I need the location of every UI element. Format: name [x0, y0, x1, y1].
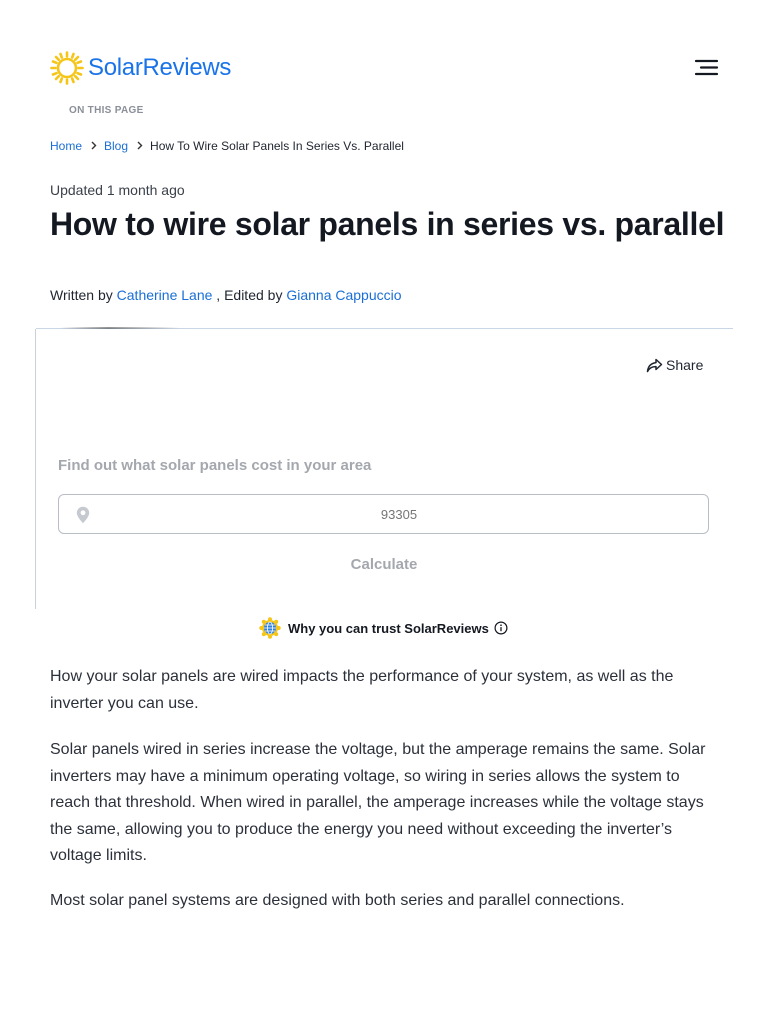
byline: Written by Catherine Lane , Edited by Gi… [50, 287, 402, 303]
on-this-page-toggle[interactable]: ON THIS PAGE [69, 105, 144, 116]
site-header: SolarReviews [0, 0, 768, 100]
solarreviews-logo[interactable]: SolarReviews [50, 50, 231, 86]
article-paragraph: Solar panels wired in series increase th… [50, 741, 706, 864]
page-title: How to wire solar panels in series vs. p… [50, 206, 725, 242]
editor-link[interactable]: Gianna Cappuccio [286, 287, 401, 303]
calculate-button[interactable]: Calculate [334, 553, 434, 575]
trust-label: Why you can trust SolarReviews [288, 620, 489, 636]
breadcrumb: Home Blog How To Wire Solar Panels In Se… [50, 139, 404, 153]
logo-wordmark: SolarReviews [88, 54, 232, 81]
chevron-right-icon [91, 139, 97, 153]
menu-button[interactable] [692, 56, 720, 80]
updated-date: Updated 1 month ago [50, 182, 185, 198]
article-paragraph: How your solar panels are wired impacts … [50, 668, 674, 712]
share-label: Share [666, 357, 704, 373]
zip-code-field[interactable] [58, 494, 709, 534]
hamburger-menu-icon [694, 59, 719, 76]
breadcrumb-current: How To Wire Solar Panels In Series Vs. P… [150, 139, 404, 153]
share-arrow-icon [646, 358, 663, 372]
article-paragraph: Most solar panel systems are designed wi… [50, 892, 625, 909]
written-by-label: Written by [50, 287, 113, 303]
chevron-right-icon [137, 139, 143, 153]
breadcrumb-home-link[interactable]: Home [50, 139, 82, 153]
sun-logo-icon [50, 51, 84, 85]
trust-badge-icon [259, 617, 281, 639]
location-pin-icon [76, 506, 90, 529]
hero-divider-shadow [60, 327, 180, 329]
share-button[interactable]: Share [646, 357, 703, 373]
zip-code-input[interactable] [114, 495, 684, 533]
hero-left-border [35, 329, 36, 609]
edited-by-label: , Edited by [216, 287, 283, 303]
author-link[interactable]: Catherine Lane [117, 287, 213, 303]
calculator-heading: Find out what solar panels cost in your … [58, 457, 372, 474]
info-icon [494, 621, 508, 635]
trust-solarreviews-link[interactable]: Why you can trust SolarReviews [259, 617, 508, 639]
breadcrumb-blog-link[interactable]: Blog [104, 139, 128, 153]
